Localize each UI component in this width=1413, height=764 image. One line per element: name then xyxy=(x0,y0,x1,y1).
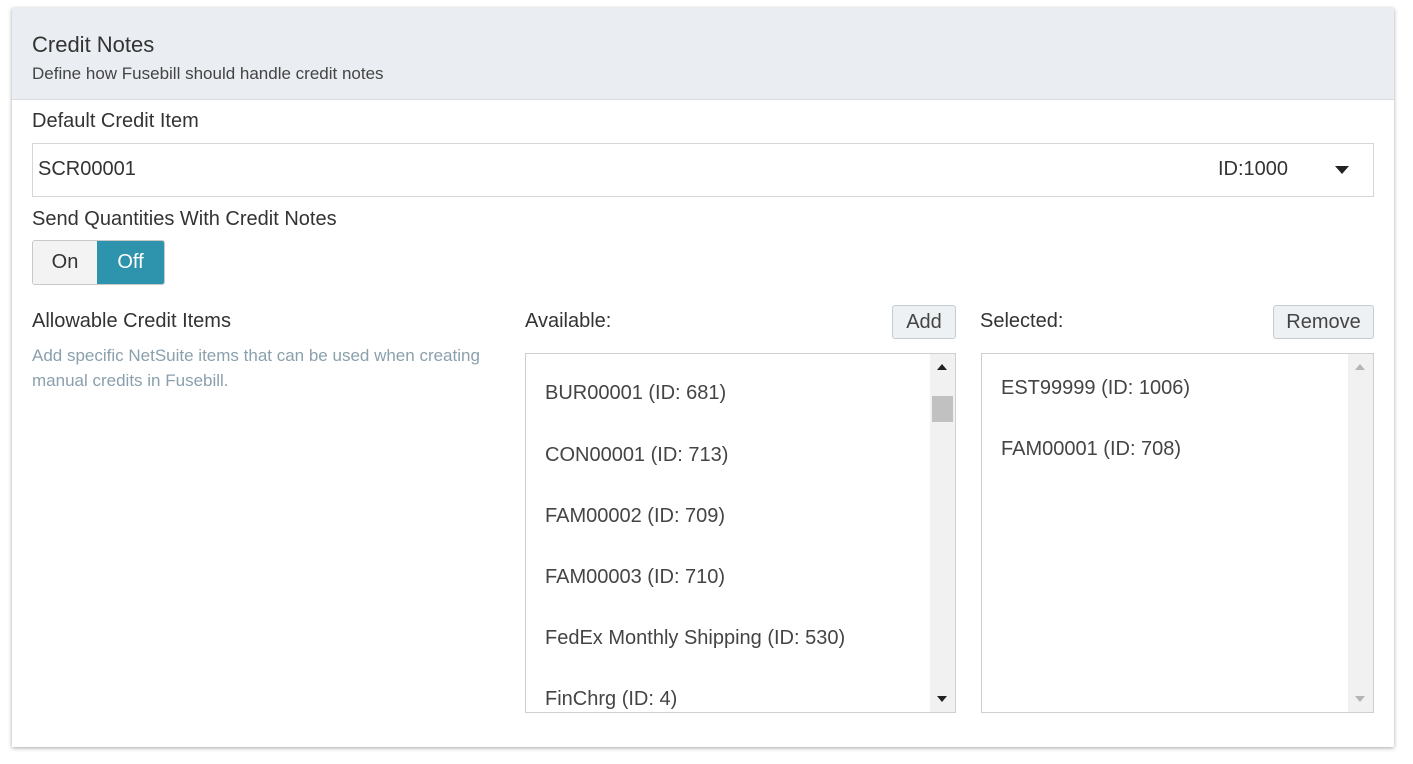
scroll-up-icon[interactable] xyxy=(937,364,947,370)
default-credit-item-label: Default Credit Item xyxy=(32,110,199,132)
send-quantities-toggle: On Off xyxy=(32,240,165,285)
scroll-up-icon[interactable] xyxy=(1355,364,1365,370)
allowable-credit-items-help: Add specific NetSuite items that can be … xyxy=(32,346,480,390)
list-item[interactable]: FedEx Monthly Shipping (ID: 530) xyxy=(545,627,845,650)
selected-scrollbar[interactable] xyxy=(1348,354,1373,712)
credit-notes-panel: Credit Notes Define how Fusebill should … xyxy=(12,8,1394,747)
remove-button[interactable]: Remove xyxy=(1273,305,1374,339)
scroll-down-icon[interactable] xyxy=(1355,696,1365,702)
default-credit-item-dropdown[interactable]: SCR00001 ID:1000 xyxy=(32,143,1374,197)
list-item[interactable]: FAM00002 (ID: 709) xyxy=(545,505,725,528)
panel-title: Credit Notes xyxy=(32,32,155,57)
panel-header: Credit Notes Define how Fusebill should … xyxy=(12,8,1394,100)
default-credit-item-value: SCR00001 xyxy=(38,158,136,180)
panel-subtitle: Define how Fusebill should handle credit… xyxy=(32,64,384,83)
scrollbar-thumb[interactable] xyxy=(932,396,953,422)
send-quantities-label: Send Quantities With Credit Notes xyxy=(32,208,337,230)
list-item[interactable]: FAM00001 (ID: 708) xyxy=(1001,438,1181,461)
list-item[interactable]: FinChrg (ID: 4) xyxy=(545,688,677,711)
default-credit-item-id: ID:1000 xyxy=(1217,158,1288,180)
toggle-off-button[interactable]: Off xyxy=(97,241,164,284)
selected-listbox[interactable]: EST99999 (ID: 1006) FAM00001 (ID: 708) xyxy=(981,353,1374,713)
toggle-on-button[interactable]: On xyxy=(33,241,97,284)
list-item[interactable]: CON00001 (ID: 713) xyxy=(545,444,728,467)
selected-label: Selected: xyxy=(980,310,1064,332)
chevron-down-icon[interactable] xyxy=(1335,166,1349,174)
list-item[interactable]: EST99999 (ID: 1006) xyxy=(1001,377,1190,400)
available-scrollbar[interactable] xyxy=(930,354,955,712)
scroll-down-icon[interactable] xyxy=(937,696,947,702)
available-label: Available: xyxy=(525,310,612,332)
allowable-credit-items-label: Allowable Credit Items xyxy=(32,310,231,332)
available-listbox[interactable]: BUR00001 (ID: 681) CON00001 (ID: 713) FA… xyxy=(525,353,956,713)
list-item[interactable]: FAM00003 (ID: 710) xyxy=(545,566,725,589)
list-item[interactable]: BUR00001 (ID: 681) xyxy=(545,382,726,405)
add-button[interactable]: Add xyxy=(892,305,956,339)
